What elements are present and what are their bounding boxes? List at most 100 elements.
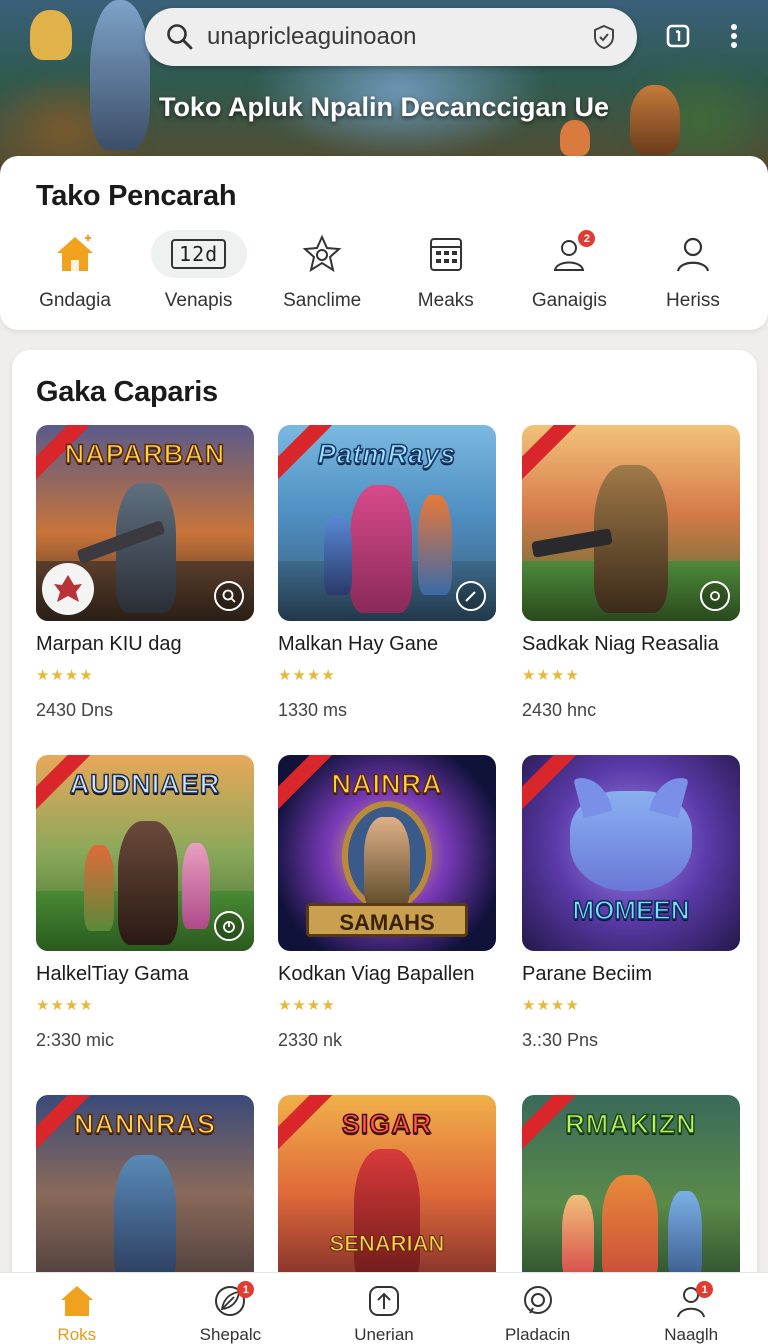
game-logo: RMAKIZN [565,1108,697,1140]
game-title: Kodkan Viag Bapallen [278,963,475,985]
category-item-venapis[interactable]: 12d Venapis [138,230,260,312]
banner-character [30,10,72,60]
power-icon[interactable] [214,911,244,941]
rating-stars: ★★★★ [522,997,580,1014]
game-thumbnail[interactable]: NAPARBAN [36,425,254,621]
game-logo: NANNRAS [73,1108,216,1140]
game-thumbnail[interactable]: AUDNIAER [36,755,254,951]
category-item-ganaigis[interactable]: 2 Ganaigis [508,230,630,312]
date-icon: 12d [150,230,247,278]
edit-icon[interactable] [456,581,486,611]
game-thumbnail[interactable]: NAINRA SAMAHS [278,755,496,951]
search-icon[interactable] [214,581,244,611]
game-title: Sadkak Niag Reasalia [522,633,719,655]
category-item-gndagia[interactable]: Gndagia [14,230,136,312]
game-logo: NAPARBAN [64,438,226,470]
tabs-button[interactable] [660,18,696,54]
nav-item-unerian[interactable]: Unerian [319,1273,449,1344]
game-logo: MOMEEN [572,894,691,926]
game-thumbnail[interactable]: PatmRays [278,425,496,621]
game-meta: 2:330 mic [36,1030,115,1050]
link-icon[interactable] [700,581,730,611]
hot-ribbon [522,755,583,813]
nav-item-naaglh[interactable]: 1 Naaglh [626,1273,756,1344]
category-row: Gndagia 12d Venapis Sanclime Meaks 2 Gan… [14,230,754,312]
calendar-grid-icon [398,230,494,278]
banner-character [90,0,150,150]
category-item-meaks[interactable]: Meaks [385,230,507,312]
game-title: Parane Beciim [522,963,653,985]
game-thumbnail[interactable]: NANNRAS [36,1095,254,1291]
game-thumbnail[interactable]: MOMEEN [522,755,740,951]
profile-icon: 1 [671,1281,714,1319]
game-card[interactable]: Sadkak Niag Reasalia ★★★★ 2430 hnc [522,425,742,721]
banner-title: Toko Apluk Npalin Decanccigan Ue [158,92,610,122]
game-card[interactable]: MOMEEN Parane Beciim ★★★★ 3.:30 Pns [522,755,742,1051]
game-meta: 3.:30 Pns [522,1030,599,1050]
leaf-icon: 1 [210,1281,255,1319]
tabs-icon [666,24,690,48]
chat-icon [518,1283,558,1319]
game-card[interactable]: SIGAR SENARIAN [278,1095,498,1291]
user-icon [645,230,741,278]
shield-icon[interactable] [589,22,619,52]
home-icon [27,230,123,278]
nav-item-roks[interactable]: Roks [12,1273,142,1344]
home-icon [57,1283,97,1319]
nav-label: Naaglh [664,1325,719,1344]
game-logo: PatmRays [317,438,457,470]
category-label: Sanclime [283,290,362,311]
nav-label: Unerian [354,1325,414,1344]
game-thumbnail[interactable]: SIGAR SENARIAN [278,1095,496,1291]
categories-title: Tako Pencarah [36,180,237,212]
categories-card: Tako Pencarah Gndagia 12d Venapis Sancli… [0,156,768,330]
game-meta: 2430 Dns [36,700,114,720]
category-item-heriss[interactable]: Heriss [632,230,754,312]
game-logo-banner: SENARIAN [329,1231,445,1257]
star-badge-icon [274,230,370,278]
game-title: HalkelTiay Gama [36,963,189,985]
game-card[interactable]: NAPARBAN Marpan KIU dag ★★★★ 2430 Dns [36,425,256,721]
nav-item-shepalc[interactable]: 1 Shepalc [165,1273,295,1344]
app-screen: Toko Apluk Npalin Decanccigan Ue unapric… [0,0,768,1344]
notification-badge: 2 [578,230,596,247]
upload-icon [364,1283,404,1319]
game-meta: 1330 ms [278,700,348,720]
game-logo: NAINRA [331,768,443,800]
banner-character [560,120,590,156]
category-label: Gndagia [39,290,111,311]
game-card[interactable]: NANNRAS [36,1095,256,1291]
category-item-sanclime[interactable]: Sanclime [261,230,383,312]
game-card[interactable]: AUDNIAER HalkelTiay Gama ★★★★ 2:330 mic [36,755,256,1051]
rating-stars: ★★★★ [36,997,94,1014]
category-label: Ganaigis [531,290,607,311]
game-logo: SIGAR [341,1108,433,1140]
search-input[interactable]: unapricleaguinoaon [207,23,589,51]
game-card[interactable]: RMAKIZN [522,1095,742,1291]
game-thumbnail[interactable] [522,425,740,621]
rating-stars: ★★★★ [522,667,580,684]
rating-stars: ★★★★ [278,667,336,684]
spider-emblem-icon [42,563,94,615]
more-button[interactable] [716,18,752,54]
game-title: Marpan KIU dag [36,633,182,655]
game-card[interactable]: NAINRA SAMAHS Kodkan Viag Bapallen ★★★★ … [278,755,498,1051]
nav-item-pladacin[interactable]: Pladacin [473,1273,603,1344]
nav-label: Roks [57,1325,97,1344]
bottom-navigation: Roks 1 Shepalc Unerian Pladacin 1 Naaglh [0,1272,768,1344]
game-thumbnail[interactable]: RMAKIZN [522,1095,740,1291]
game-card[interactable]: PatmRays Malkan Hay Gane ★★★★ 1330 ms [278,425,498,721]
rating-stars: ★★★★ [36,667,94,684]
user-group-icon: 2 [521,230,617,278]
notification-badge: 1 [237,1281,255,1298]
search-icon [167,24,193,50]
hot-ribbon [522,425,583,483]
category-label: Meaks [417,290,474,311]
category-label: Heriss [666,290,720,311]
search-bar[interactable]: unapricleaguinoaon [145,8,637,66]
nav-label: Pladacin [504,1325,571,1344]
games-section-title: Gaka Caparis [36,376,218,408]
game-meta: 2330 nk [278,1030,343,1050]
more-vertical-icon [731,24,737,48]
game-logo-banner: SAMAHS [306,903,468,937]
